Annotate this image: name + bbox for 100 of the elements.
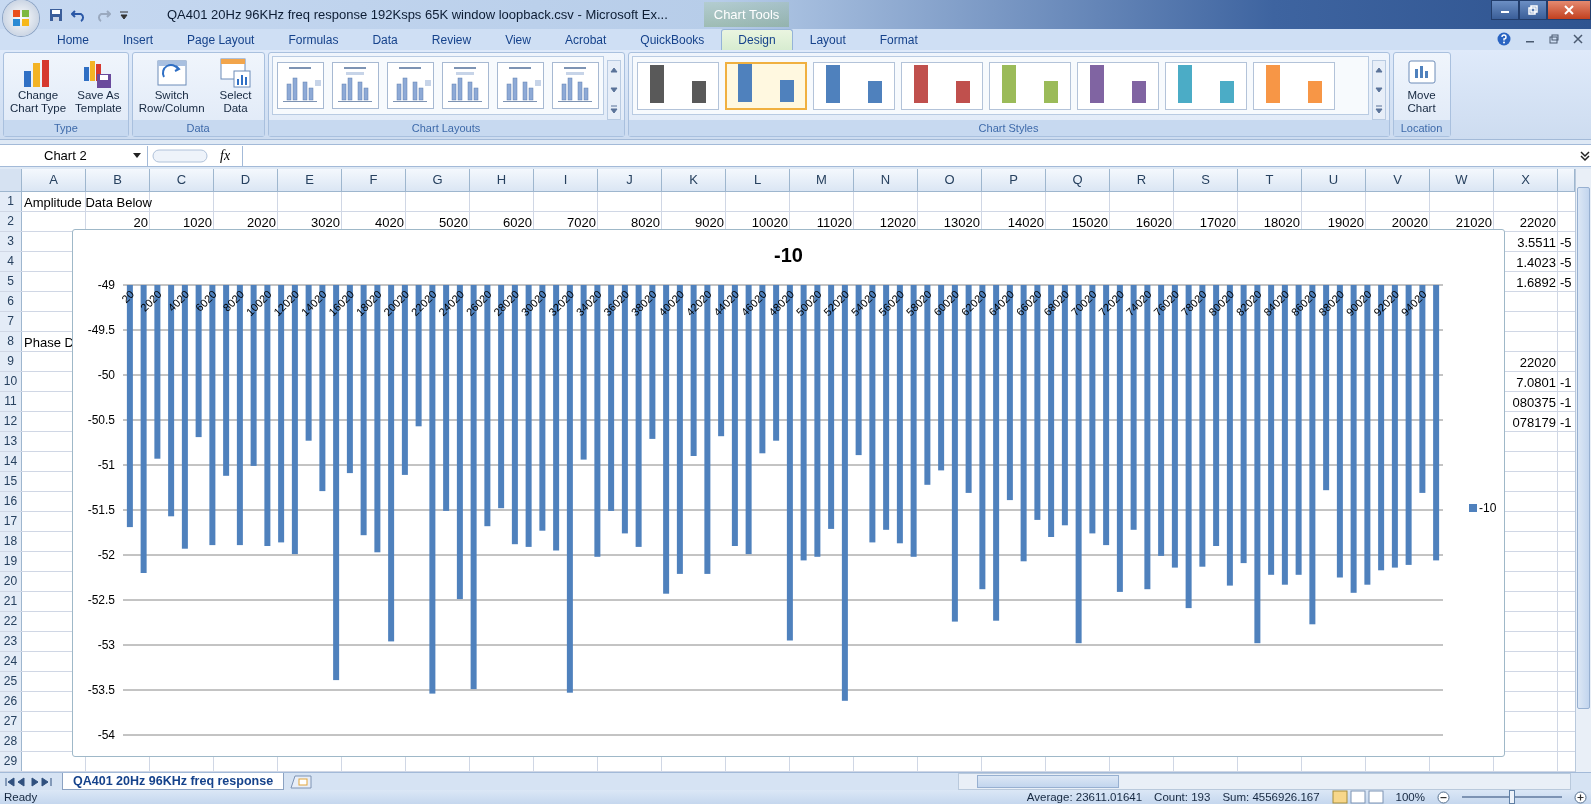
column-header[interactable]: R <box>1110 169 1174 192</box>
column-header[interactable]: W <box>1430 169 1494 192</box>
office-button[interactable] <box>3 0 39 36</box>
chart-layout-thumbnail[interactable] <box>496 62 544 109</box>
chart-layout-thumbnail[interactable] <box>441 62 489 109</box>
ribbon-tab[interactable]: Home <box>40 29 106 50</box>
ribbon-tab[interactable]: Formulas <box>271 29 356 50</box>
chart-area[interactable] <box>72 229 1505 757</box>
column-header[interactable]: G <box>406 169 470 192</box>
insert-function-button[interactable]: fx <box>212 147 239 164</box>
column-header[interactable]: U <box>1302 169 1366 192</box>
close-button[interactable] <box>1547 0 1591 20</box>
chart-style-swatch[interactable] <box>636 61 719 110</box>
column-header[interactable]: E <box>278 169 342 192</box>
ribbon-tab[interactable]: View <box>488 29 548 50</box>
chart-layout-thumbnail[interactable] <box>551 62 599 109</box>
row-header[interactable]: 18 <box>0 532 22 551</box>
ribbon-tab[interactable]: Page Layout <box>170 29 272 50</box>
row-header[interactable]: 29 <box>0 752 22 771</box>
vertical-scrollbar[interactable] <box>1575 169 1591 772</box>
chart-layout-thumbnail[interactable] <box>386 62 434 109</box>
row-header[interactable]: 3 <box>0 232 22 251</box>
row-header[interactable]: 13 <box>0 432 22 451</box>
row-header[interactable]: 5 <box>0 272 22 291</box>
row-header[interactable]: 11 <box>0 392 22 411</box>
ribbon-button[interactable]: Change Chart Type <box>7 56 70 120</box>
ribbon-tab[interactable]: Layout <box>792 29 863 50</box>
row-header[interactable]: 23 <box>0 632 22 651</box>
row-header[interactable]: 19 <box>0 552 22 571</box>
column-header[interactable]: N <box>854 169 918 192</box>
customize-icon[interactable] <box>119 9 129 20</box>
row-header[interactable]: 10 <box>0 372 22 391</box>
column-header[interactable]: T <box>1238 169 1302 192</box>
row-header[interactable]: 28 <box>0 732 22 751</box>
ribbon-button[interactable]: Move Chart <box>1396 56 1447 120</box>
gallery-scrollbar[interactable] <box>606 60 621 120</box>
row-header[interactable]: 1 <box>0 192 22 211</box>
column-header[interactable]: K <box>662 169 726 192</box>
minimize-button[interactable] <box>1491 0 1519 20</box>
name-box[interactable]: Chart 2 <box>0 145 148 166</box>
column-header[interactable]: C <box>150 169 214 192</box>
save-icon[interactable] <box>49 7 63 22</box>
ribbon-button[interactable]: Save As Template <box>72 56 125 120</box>
undo-icon[interactable] <box>71 7 87 22</box>
row-header[interactable]: 7 <box>0 312 22 331</box>
ribbon-tab[interactable]: Review <box>414 29 489 50</box>
restore-button[interactable] <box>1519 0 1547 20</box>
chart-style-swatch[interactable] <box>724 61 807 110</box>
row-header[interactable]: 26 <box>0 692 22 711</box>
column-header[interactable]: P <box>982 169 1046 192</box>
row-header[interactable]: 27 <box>0 712 22 731</box>
row-header[interactable]: 22 <box>0 612 22 631</box>
help-icon[interactable] <box>1497 32 1511 46</box>
row-header[interactable]: 4 <box>0 252 22 271</box>
column-header[interactable]: F <box>342 169 406 192</box>
column-header[interactable]: O <box>918 169 982 192</box>
close-icon[interactable] <box>1573 34 1583 44</box>
ribbon-button[interactable]: Select Data <box>210 56 261 120</box>
row-header[interactable]: 14 <box>0 452 22 471</box>
column-header[interactable]: H <box>470 169 534 192</box>
zoom-out-icon[interactable] <box>1437 790 1450 804</box>
chart-layout-thumbnail[interactable] <box>331 62 379 109</box>
ribbon-tab[interactable]: Format <box>862 29 935 50</box>
column-header[interactable]: I <box>534 169 598 192</box>
expand-icon[interactable] <box>1579 148 1591 163</box>
row-header[interactable]: 21 <box>0 592 22 611</box>
row-header[interactable]: 6 <box>0 292 22 311</box>
ribbon-tab[interactable]: Data <box>355 29 415 50</box>
column-header[interactable]: S <box>1174 169 1238 192</box>
row-header[interactable]: 12 <box>0 412 22 431</box>
row-header[interactable]: 2 <box>0 212 22 231</box>
row-header[interactable]: 25 <box>0 672 22 691</box>
chart-style-swatch[interactable] <box>1164 61 1247 110</box>
horizontal-scrollbar[interactable] <box>958 773 1571 790</box>
sheet-tab[interactable]: QA401 20Hz 96KHz freq response <box>62 773 285 790</box>
column-header[interactable]: Q <box>1046 169 1110 192</box>
ribbon-tab[interactable]: QuickBooks <box>623 29 722 50</box>
column-header[interactable]: D <box>214 169 278 192</box>
row-header[interactable]: 8 <box>0 332 22 351</box>
row-header[interactable]: 15 <box>0 472 22 491</box>
row-header[interactable]: 16 <box>0 492 22 511</box>
zoom-level[interactable]: 100% <box>1395 791 1425 803</box>
chart-style-swatch[interactable] <box>988 61 1071 110</box>
ribbon-tab[interactable]: Acrobat <box>547 29 624 50</box>
zoom-in-icon[interactable] <box>1574 790 1587 804</box>
column-header[interactable]: L <box>726 169 790 192</box>
new-sheet-icon[interactable] <box>290 774 313 789</box>
ribbon-button[interactable]: Switch Row/Column <box>135 56 208 120</box>
column-header[interactable]: M <box>790 169 854 192</box>
chart-style-swatch[interactable] <box>900 61 983 110</box>
chart-style-swatch[interactable] <box>1252 61 1335 110</box>
row-header[interactable]: 24 <box>0 652 22 671</box>
gallery-scrollbar[interactable] <box>1371 60 1386 120</box>
row-header[interactable]: 9 <box>0 352 22 371</box>
row-header[interactable]: 17 <box>0 512 22 531</box>
column-header[interactable]: B <box>86 169 150 192</box>
view-buttons-icon[interactable] <box>1331 790 1384 804</box>
ribbon-tab[interactable]: Insert <box>106 29 171 50</box>
column-header[interactable] <box>1558 169 1575 192</box>
chart-style-swatch[interactable] <box>1076 61 1159 110</box>
